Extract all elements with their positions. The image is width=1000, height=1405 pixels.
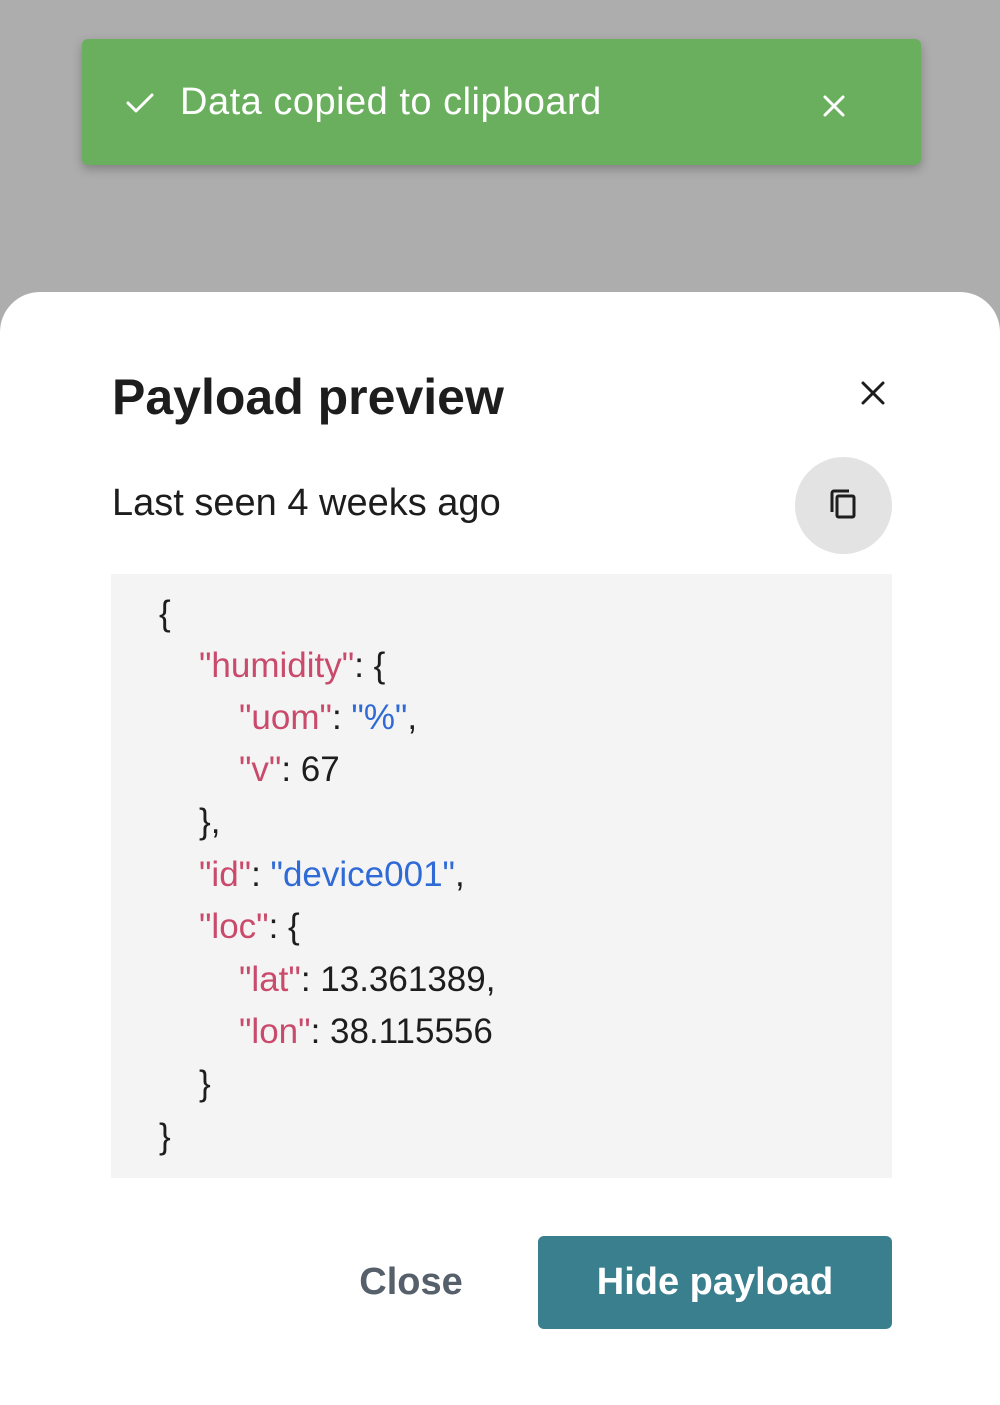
modal-title: Payload preview (112, 369, 504, 425)
json-punctuation: : { (268, 907, 300, 946)
code-line: "id": "device001", (199, 849, 465, 901)
json-key: "id" (199, 855, 252, 894)
code-line: "lon": 38.115556 (239, 1006, 493, 1058)
json-key: "loc" (199, 907, 269, 946)
code-line: "uom": "%", (239, 692, 417, 744)
toast-notification: Data copied to clipboard (82, 39, 921, 165)
check-icon (124, 87, 156, 119)
payload-code-block: {"humidity": {"uom": "%", "v": 67}, "id": … (111, 574, 892, 1178)
json-punctuation: { (159, 594, 171, 633)
json-string: "device001" (270, 855, 455, 894)
copy-button[interactable] (795, 457, 892, 554)
json-punctuation: : 67 (281, 750, 340, 789)
json-punctuation: }, (199, 802, 221, 841)
code-line: } (199, 1058, 211, 1110)
json-key: "lon" (239, 1012, 311, 1051)
json-punctuation: : (251, 855, 271, 894)
json-punctuation: , (407, 698, 418, 737)
json-punctuation: } (159, 1117, 171, 1156)
close-icon[interactable] (821, 93, 847, 119)
code-line: }, (199, 796, 220, 848)
last-seen-text: Last seen 4 weeks ago (112, 482, 501, 524)
close-icon[interactable] (858, 378, 888, 408)
json-punctuation: : 38.115556 (310, 1012, 493, 1051)
code-line: "v": 67 (239, 744, 340, 796)
toast-message: Data copied to clipboard (180, 81, 602, 123)
json-key: "uom" (239, 698, 332, 737)
json-string: "%" (351, 698, 408, 737)
json-punctuation: } (199, 1064, 211, 1103)
json-punctuation: : { (354, 646, 386, 685)
code-line: "humidity": { (199, 640, 385, 692)
code-line: } (159, 1111, 171, 1163)
json-key: "v" (239, 750, 282, 789)
json-key: "lat" (239, 960, 301, 999)
close-button[interactable]: Close (320, 1236, 502, 1328)
json-punctuation: , (454, 855, 465, 894)
json-key: "humidity" (199, 646, 355, 685)
json-punctuation: : (331, 698, 352, 737)
hide-payload-button[interactable]: Hide payload (538, 1236, 892, 1329)
payload-preview-modal: Payload preview Last seen 4 weeks ago { "… (0, 292, 1000, 1405)
code-line: { (159, 588, 171, 640)
json-punctuation: : 13.361389, (300, 960, 496, 999)
copy-icon (827, 487, 861, 524)
code-line: "lat": 13.361389, (239, 954, 495, 1006)
code-line: "loc": { (199, 901, 300, 953)
